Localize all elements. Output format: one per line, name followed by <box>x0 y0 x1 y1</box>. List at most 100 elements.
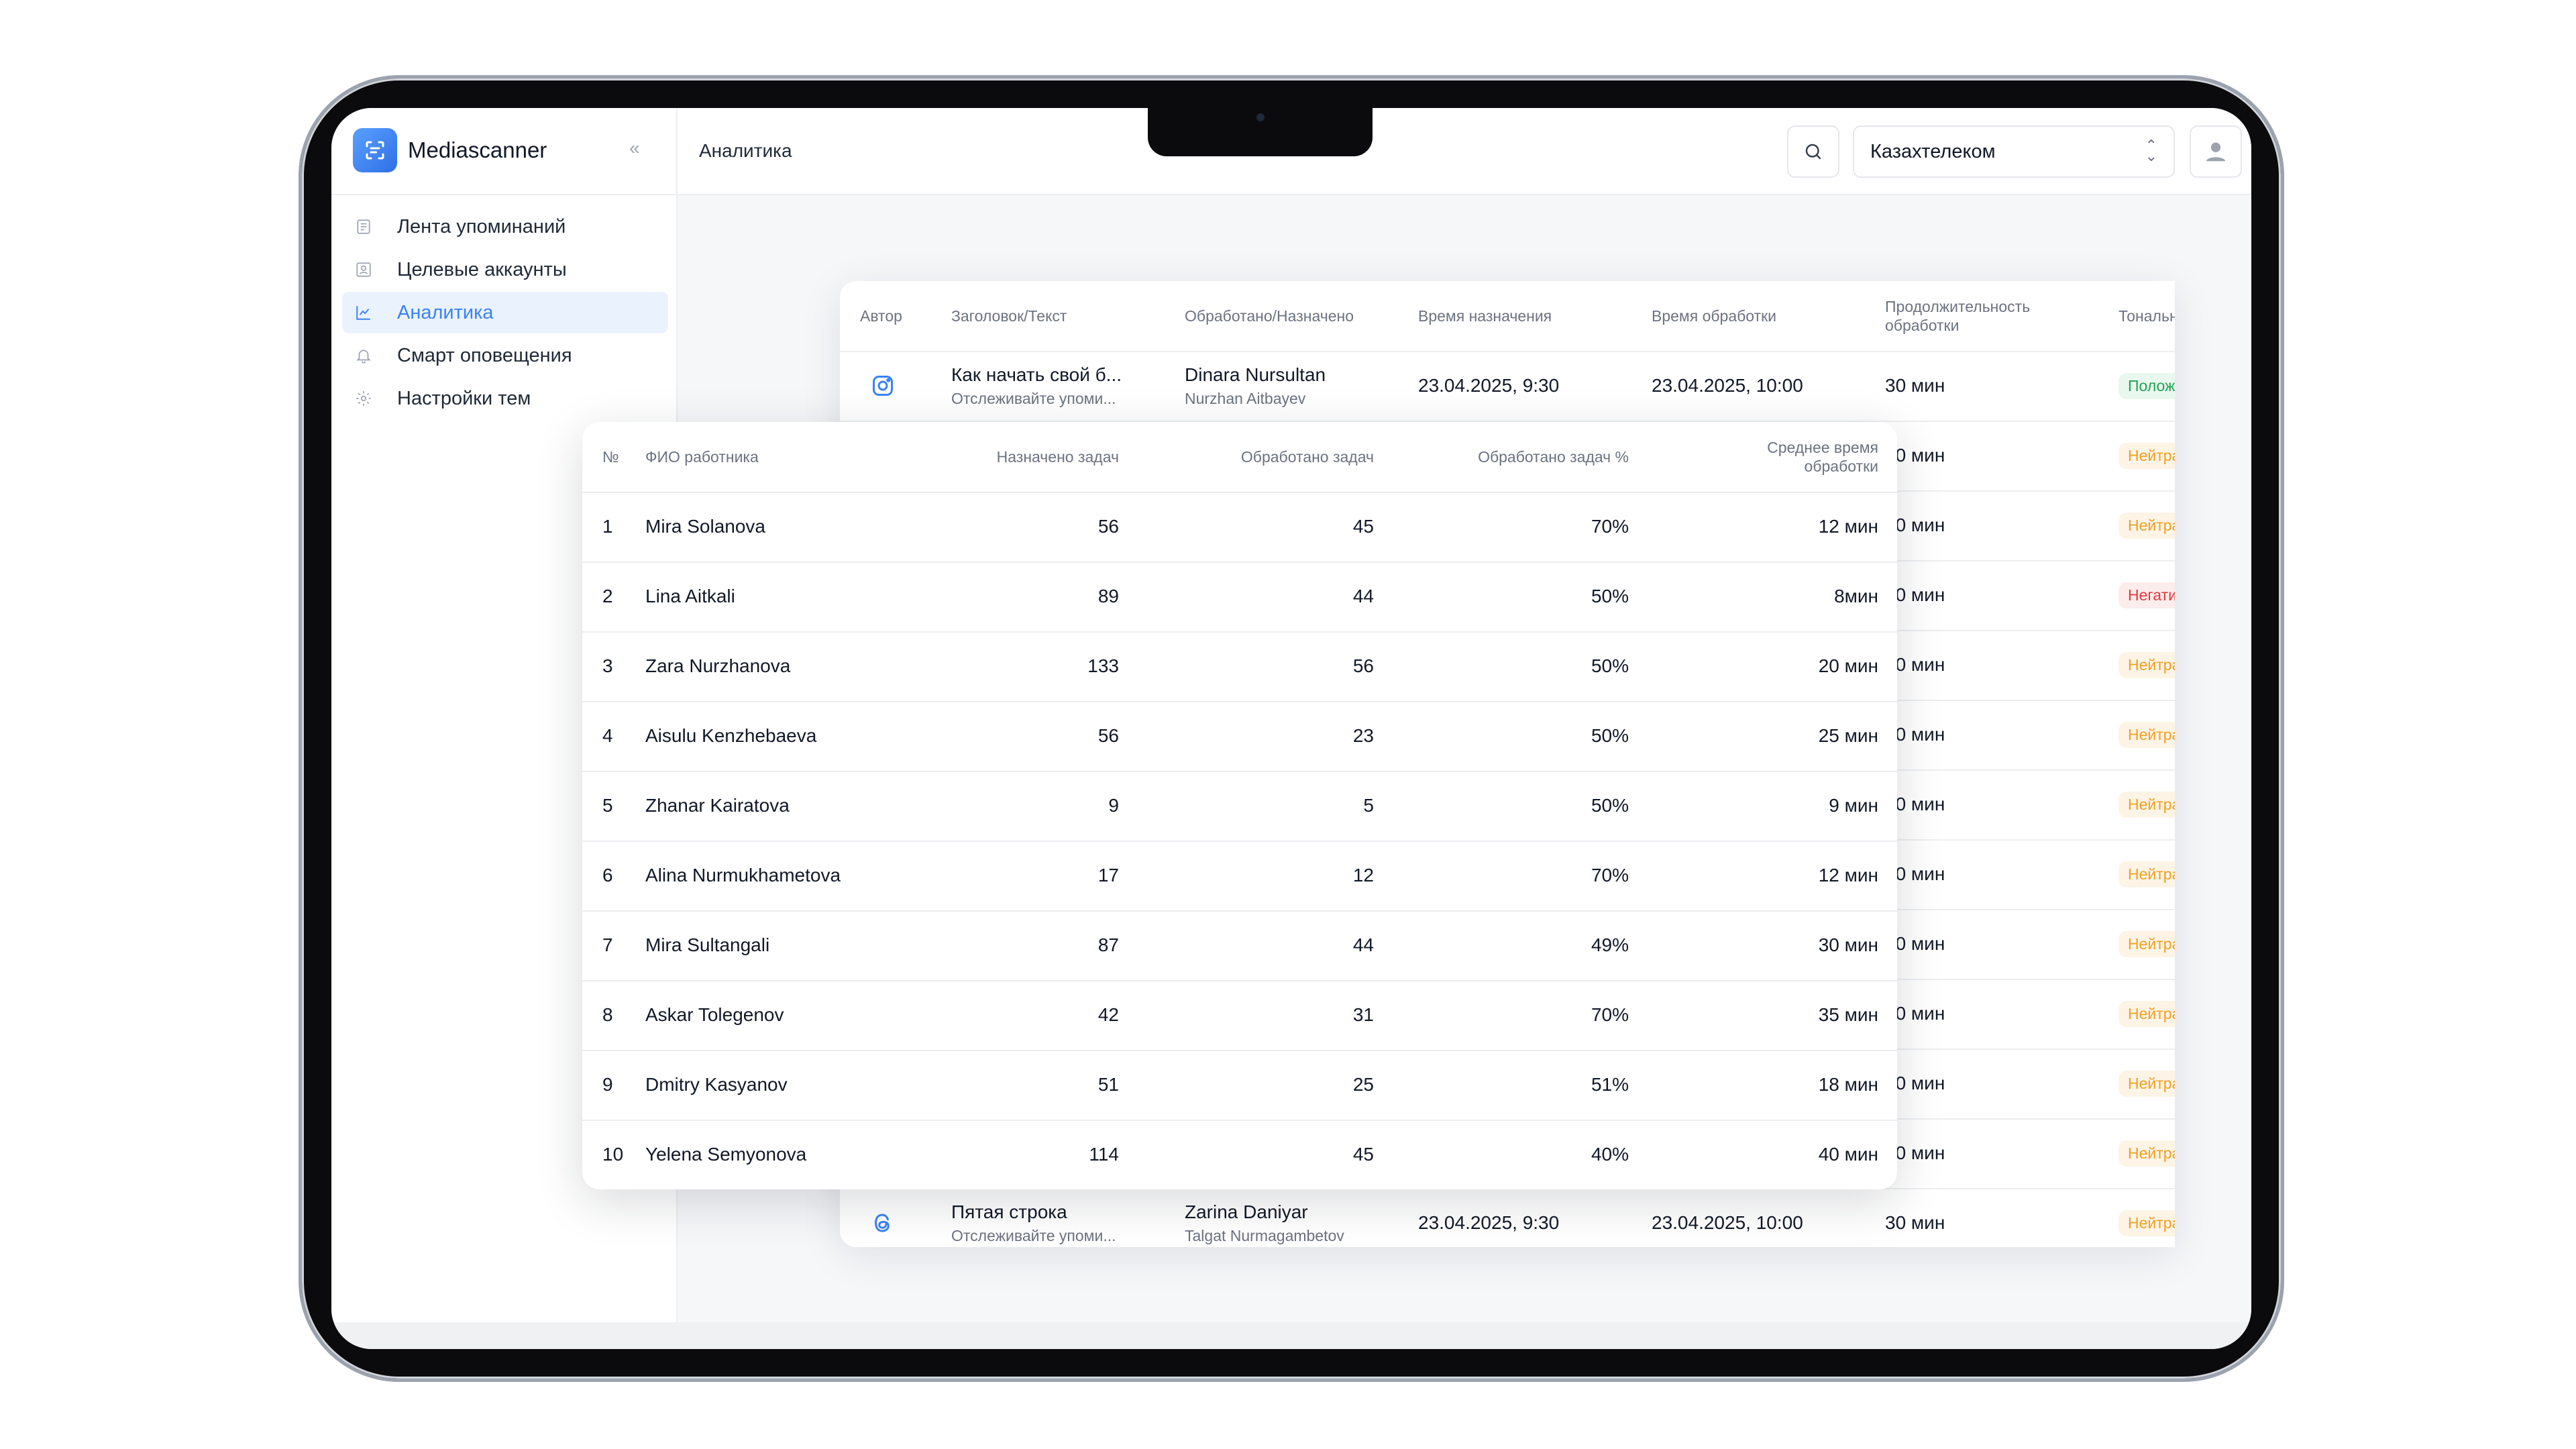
table-row[interactable]: 8 Askar Tolegenov 42 31 70% 35 мин <box>582 980 1897 1051</box>
tone-badge: Нейтральный <box>2118 1210 2175 1236</box>
col-time-assigned[interactable]: Время назначения <box>1418 281 1552 351</box>
accounts-icon <box>354 260 373 279</box>
time-assigned: 23.04.2025, 9:30 <box>1418 375 1560 396</box>
sidebar-nav: Лента упоминаний Целевые аккаунты Аналит… <box>342 206 668 421</box>
employee-name: Yelena Semyonova <box>645 1144 807 1165</box>
assigned-count: 17 <box>1097 865 1119 885</box>
processed-pct: 51% <box>1591 1074 1629 1095</box>
tone-badge: Нейтральный <box>2118 930 2175 957</box>
time-processed: 23.04.2025, 10:00 <box>1652 375 1803 396</box>
col-time-processed[interactable]: Время обработки <box>1652 281 1776 351</box>
table-row[interactable]: 1 Mira Solanova 56 45 70% 12 мин <box>582 492 1897 563</box>
page-title: Аналитика <box>699 140 792 161</box>
processed-pct: 50% <box>1591 655 1629 676</box>
processed-pct: 40% <box>1591 1144 1629 1165</box>
tone-badge: Нейтральный <box>2118 791 2175 818</box>
col-assigned[interactable]: Обработано/Назначено <box>1185 281 1354 351</box>
processed-pct: 50% <box>1591 725 1629 746</box>
processed-count: 5 <box>1363 795 1374 816</box>
processed-pct: 49% <box>1591 934 1629 955</box>
sidebar-item-label: Смарт оповещения <box>397 344 572 366</box>
sidebar-item-feed[interactable]: Лента упоминаний <box>342 206 668 248</box>
avg-time: 9 мин <box>1829 795 1878 816</box>
avg-time: 20 мин <box>1818 655 1878 676</box>
tone-badge: Нейтральный <box>2118 1140 2175 1167</box>
table-row[interactable]: 10 Yelena Semyonova 114 45 40% 40 мин <box>582 1120 1897 1189</box>
employee-name: Dmitry Kasyanov <box>645 1074 788 1095</box>
tone-badge: Нейтральный <box>2118 651 2175 678</box>
col-num[interactable]: № <box>602 422 619 492</box>
camera-icon <box>1256 113 1265 121</box>
col-processed[interactable]: Обработано задач <box>1173 422 1374 492</box>
mention-title: Как начать свой б... <box>951 364 1122 385</box>
table-row[interactable]: 4 Aisulu Kenzhebaeva 56 23 50% 25 мин <box>582 701 1897 772</box>
col-avg-time[interactable]: Среднее время обработки <box>1696 422 1878 492</box>
sidebar-item-topic-settings[interactable]: Настройки тем <box>342 378 668 419</box>
organization-select-value: Казахтелеком <box>1870 140 1996 162</box>
sidebar-item-accounts[interactable]: Целевые аккаунты <box>342 249 668 290</box>
tone-badge: Положительный <box>2118 372 2175 399</box>
avg-time: 12 мин <box>1818 516 1878 537</box>
avg-time: 35 мин <box>1818 1004 1878 1025</box>
assigned-to: Nurzhan Aitbayev <box>1185 389 1306 407</box>
mentions-table-header: Автор Заголовок/Текст Обработано/Назначе… <box>840 281 2175 352</box>
row-number: 2 <box>602 586 613 606</box>
col-assigned[interactable]: Назначено задач <box>958 422 1119 492</box>
sidebar-item-label: Целевые аккаунты <box>397 258 567 280</box>
mention-text: Отслеживайте упоми... <box>951 1226 1116 1244</box>
avatar[interactable] <box>2190 125 2242 178</box>
col-author[interactable]: Автор <box>860 281 902 351</box>
analytics-icon <box>354 303 373 322</box>
brand-name: Mediascanner <box>408 138 547 162</box>
col-processed-pct[interactable]: Обработано задач % <box>1387 422 1629 492</box>
employee-name: Alina Nurmukhametova <box>645 865 841 885</box>
assigned-count: 133 <box>1087 655 1119 676</box>
table-row[interactable]: Как начать свой б... Отслеживайте упоми.… <box>840 351 2175 422</box>
table-row[interactable]: 6 Alina Nurmukhametova 17 12 70% 12 мин <box>582 841 1897 912</box>
processed-count: 56 <box>1352 655 1374 676</box>
employee-name: Aisulu Kenzhebaeva <box>645 725 817 746</box>
table-row[interactable]: 2 Lina Aitkali 89 44 50% 8мин <box>582 561 1897 633</box>
processed-count: 25 <box>1352 1074 1374 1095</box>
table-row[interactable]: 5 Zhanar Kairatova 9 5 50% 9 мин <box>582 771 1897 842</box>
row-number: 8 <box>602 1004 613 1025</box>
row-number: 3 <box>602 655 613 676</box>
assigned-count: 51 <box>1097 1074 1119 1095</box>
table-row[interactable]: 9 Dmitry Kasyanov 51 25 51% 18 мин <box>582 1050 1897 1121</box>
row-number: 6 <box>602 865 613 885</box>
tone-badge: Нейтральный <box>2118 512 2175 539</box>
user-icon <box>2206 142 2226 162</box>
bell-icon <box>354 346 373 365</box>
processed-pct: 70% <box>1591 865 1629 885</box>
processed-count: 12 <box>1352 865 1374 885</box>
employee-name: Mira Solanova <box>645 516 765 537</box>
assigned-to: Talgat Nurmagambetov <box>1185 1226 1344 1244</box>
tone-badge: Нейтральный <box>2118 442 2175 469</box>
col-title[interactable]: Заголовок/Текст <box>951 281 1067 351</box>
sidebar-item-smart-alerts[interactable]: Смарт оповещения <box>342 335 668 376</box>
avg-time: 25 мин <box>1818 725 1878 746</box>
tone-badge: Негативный <box>2118 582 2175 608</box>
col-duration[interactable]: Продолжительность обработки <box>1885 281 2086 351</box>
collapse-sidebar-icon[interactable]: « <box>629 138 640 159</box>
table-row[interactable]: 3 Zara Nurzhanova 133 56 50% 20 мин <box>582 631 1897 702</box>
table-row[interactable]: 7 Mira Sultangali 87 44 49% 30 мин <box>582 910 1897 981</box>
employees-table-header: № ФИО работника Назначено задач Обработа… <box>582 422 1897 493</box>
avg-time: 12 мин <box>1818 865 1878 885</box>
row-number: 10 <box>602 1144 624 1165</box>
avg-time: 8мин <box>1834 586 1878 606</box>
search-button[interactable] <box>1787 125 1839 178</box>
table-row[interactable]: Пятая строка Отслеживайте упоми... Zarin… <box>840 1188 2175 1247</box>
col-tone[interactable]: Тональность <box>2118 281 2175 351</box>
tablet-frame: Mediascanner « Лента упоминаний Целевые … <box>299 75 2284 1382</box>
time-processed: 23.04.2025, 10:00 <box>1652 1212 1803 1233</box>
col-name[interactable]: ФИО работника <box>645 422 759 492</box>
row-number: 4 <box>602 725 613 746</box>
processed-count: 31 <box>1352 1004 1374 1025</box>
sidebar-item-analytics[interactable]: Аналитика <box>342 292 668 333</box>
brand[interactable]: Mediascanner <box>353 128 547 172</box>
organization-select[interactable]: Казахтелеком ⌃ ⌄ <box>1853 125 2175 178</box>
processed-pct: 50% <box>1591 795 1629 816</box>
mention-title: Пятая строка <box>951 1201 1067 1222</box>
processed-count: 44 <box>1352 586 1374 606</box>
